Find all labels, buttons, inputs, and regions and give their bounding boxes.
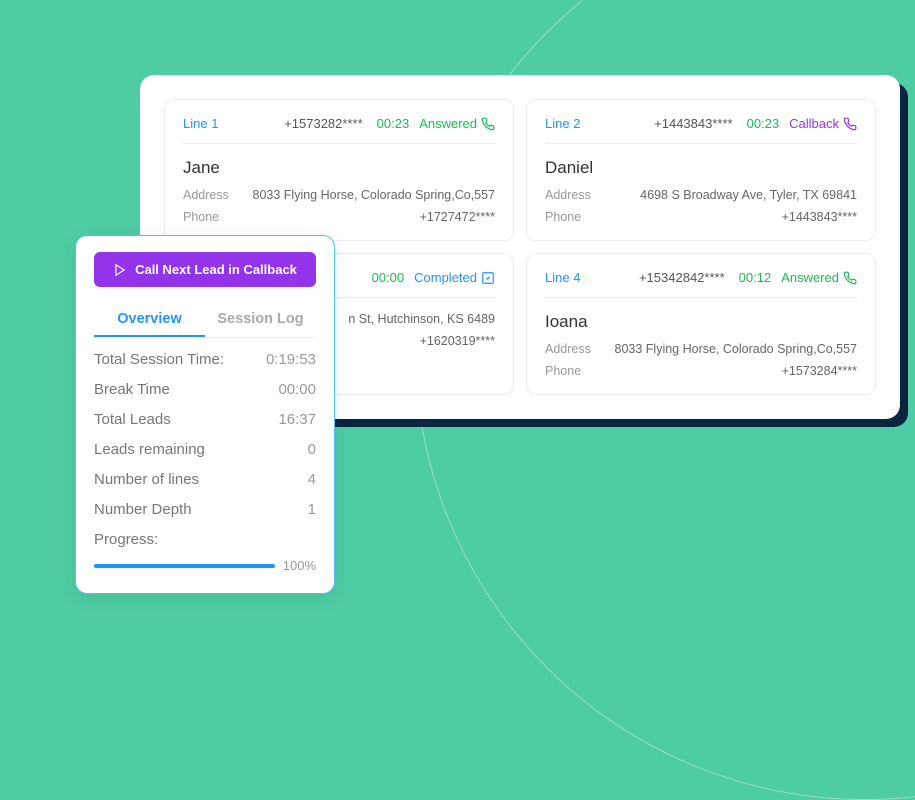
status-text: Callback	[789, 116, 839, 131]
status-badge: Answered	[419, 116, 495, 131]
address-value: 8033 Flying Horse, Colorado Spring,Co,55…	[615, 342, 858, 356]
tab-overview[interactable]: Overview	[94, 303, 205, 337]
address-label: Address	[545, 342, 591, 356]
stat-progress-label: Progress:	[94, 531, 316, 548]
phone-row: Phone +1727472****	[183, 210, 495, 224]
address-label: Address	[183, 188, 229, 202]
address-row: Address 8033 Flying Horse, Colorado Spri…	[545, 342, 857, 356]
line-header: Line 4 +15342842**** 00:12 Answered	[545, 270, 857, 298]
phone-value: +1443843****	[782, 210, 857, 224]
line-time: 00:12	[739, 270, 772, 285]
stat-label: Break Time	[94, 381, 170, 398]
progress-label: Progress:	[94, 531, 158, 548]
line-header: Line 2 +1443843**** 00:23 Callback	[545, 116, 857, 144]
lead-name: Jane	[183, 158, 495, 178]
stat-value: 00:00	[278, 381, 316, 398]
phone-label: Phone	[545, 210, 581, 224]
line-card-4[interactable]: Line 4 +15342842**** 00:12 Answered Ioan…	[526, 253, 876, 395]
line-time: 00:00	[372, 270, 405, 285]
phone-answered-icon	[481, 117, 495, 131]
phone-label: Phone	[545, 364, 581, 378]
stat-total-leads: Total Leads 16:37	[94, 411, 316, 428]
status-badge: Callback	[789, 116, 857, 131]
tab-session-log[interactable]: Session Log	[205, 303, 316, 337]
stat-label: Total Session Time:	[94, 351, 224, 368]
progress-track	[94, 564, 275, 568]
phone-value: +1573284****	[782, 364, 857, 378]
phone-callback-icon	[843, 117, 857, 131]
status-badge: Answered	[781, 270, 857, 285]
stat-label: Number Depth	[94, 501, 192, 518]
line-header: Line 1 +1573282**** 00:23 Answered	[183, 116, 495, 144]
stat-number-of-lines: Number of lines 4	[94, 471, 316, 488]
check-icon	[481, 271, 495, 285]
line-number: Line 4	[545, 270, 580, 285]
address-value: 4698 S Broadway Ave, Tyler, TX 69841	[640, 188, 857, 202]
address-row: Address 8033 Flying Horse, Colorado Spri…	[183, 188, 495, 202]
progress-bar: 100%	[94, 558, 316, 573]
stat-value: 0:19:53	[266, 351, 316, 368]
line-number: Line 1	[183, 116, 218, 131]
stat-leads-remaining: Leads remaining 0	[94, 441, 316, 458]
line-header-phone: +1573282****	[228, 116, 362, 131]
lead-name: Daniel	[545, 158, 857, 178]
line-header-phone: +1443843****	[590, 116, 732, 131]
address-row: Address 4698 S Broadway Ave, Tyler, TX 6…	[545, 188, 857, 202]
overview-panel: Call Next Lead in Callback Overview Sess…	[75, 235, 335, 594]
phone-row: Phone +1443843****	[545, 210, 857, 224]
phone-label: Phone	[183, 210, 219, 224]
line-card-1[interactable]: Line 1 +1573282**** 00:23 Answered Jane …	[164, 99, 514, 241]
line-time: 00:23	[747, 116, 780, 131]
line-number: Line 2	[545, 116, 580, 131]
phone-row: Phone +1573284****	[545, 364, 857, 378]
stat-value: 16:37	[278, 411, 316, 428]
stat-label: Leads remaining	[94, 441, 205, 458]
line-header-phone: +15342842****	[590, 270, 724, 285]
stat-value: 4	[308, 471, 316, 488]
progress-percent: 100%	[283, 558, 316, 573]
status-text: Answered	[419, 116, 477, 131]
play-icon	[113, 263, 127, 277]
stat-value: 0	[308, 441, 316, 458]
stat-total-session-time: Total Session Time: 0:19:53	[94, 351, 316, 368]
stat-label: Total Leads	[94, 411, 171, 428]
stat-value: 1	[308, 501, 316, 518]
progress-fill	[94, 564, 275, 568]
lead-name: Ioana	[545, 312, 857, 332]
stat-break-time: Break Time 00:00	[94, 381, 316, 398]
line-time: 00:23	[377, 116, 410, 131]
address-label: Address	[545, 188, 591, 202]
address-value: 8033 Flying Horse, Colorado Spring,Co,55…	[253, 188, 496, 202]
phone-value: +1727472****	[420, 210, 495, 224]
phone-value: +1620319****	[420, 334, 495, 348]
stat-number-depth: Number Depth 1	[94, 501, 316, 518]
line-card-2[interactable]: Line 2 +1443843**** 00:23 Callback Danie…	[526, 99, 876, 241]
phone-answered-icon	[843, 271, 857, 285]
status-text: Completed	[414, 270, 477, 285]
status-badge: Completed	[414, 270, 495, 285]
address-value: n St, Hutchinson, KS 6489	[348, 312, 495, 326]
stat-label: Number of lines	[94, 471, 199, 488]
cta-label: Call Next Lead in Callback	[135, 262, 297, 277]
status-text: Answered	[781, 270, 839, 285]
call-next-lead-button[interactable]: Call Next Lead in Callback	[94, 252, 316, 287]
tabs: Overview Session Log	[94, 303, 316, 338]
